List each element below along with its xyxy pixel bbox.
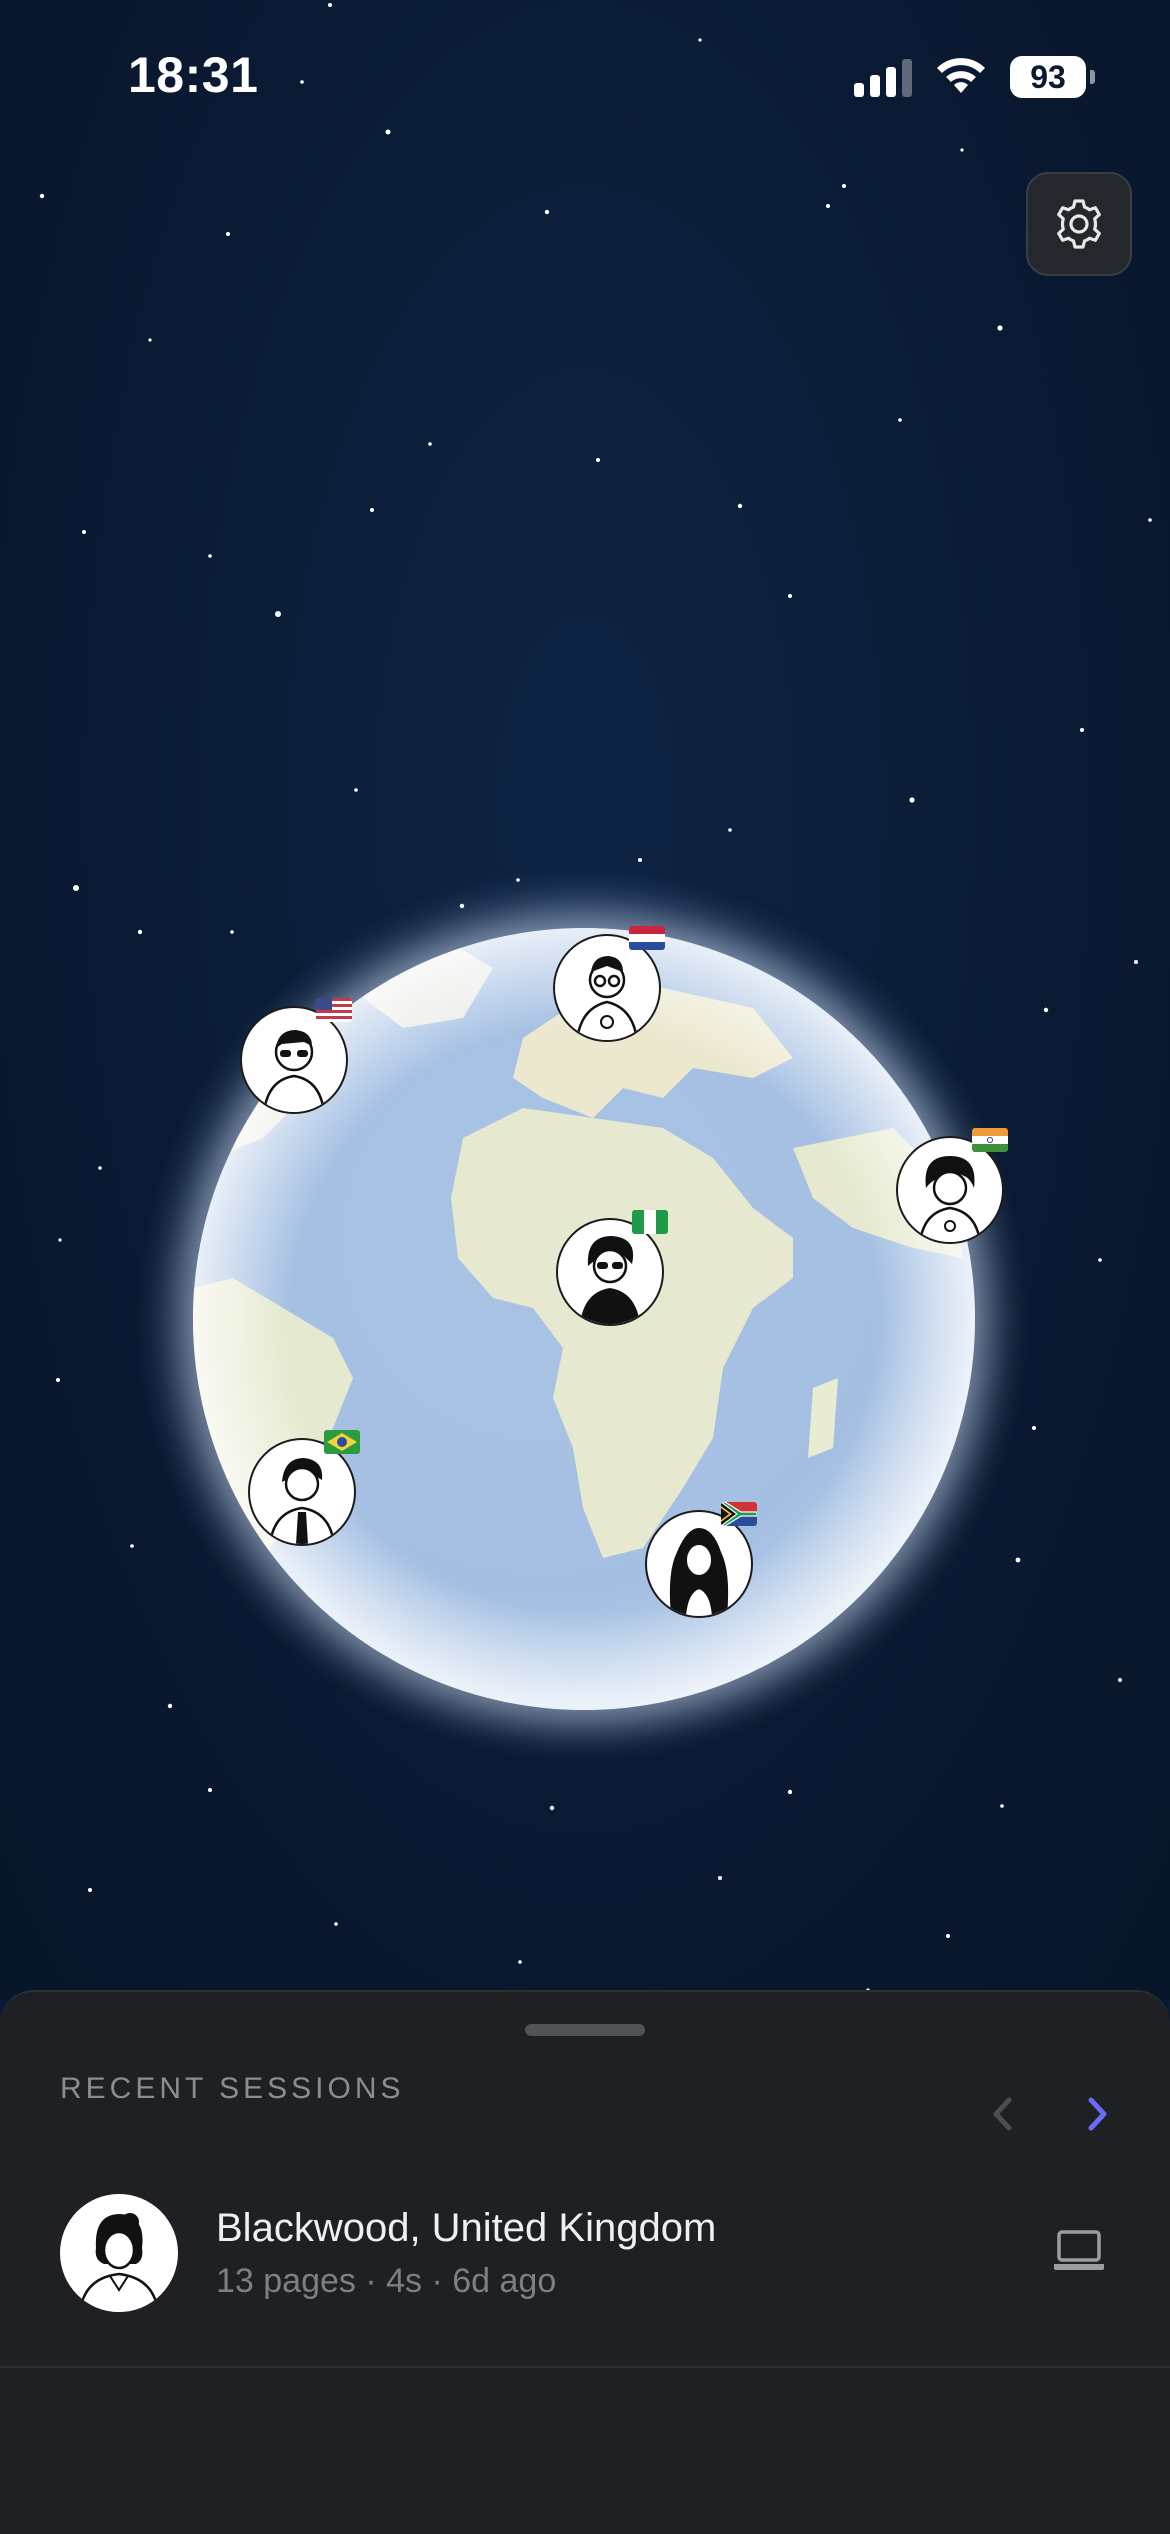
flag-us-icon: [316, 998, 352, 1022]
gear-icon: [1057, 199, 1101, 249]
user-marker-nl[interactable]: [553, 926, 665, 1042]
user-marker-ng[interactable]: [556, 1210, 668, 1326]
battery-indicator: 93: [1010, 56, 1095, 98]
avatar: [248, 1438, 356, 1546]
sheet-drag-handle[interactable]: [525, 2024, 645, 2036]
signal-icon: [854, 57, 912, 97]
session-row[interactable]: Blackwood, United Kingdom 13 pages · 4s …: [0, 2192, 1170, 2356]
avatar: [553, 934, 661, 1042]
status-time: 18:31: [128, 47, 259, 103]
flag-nl-icon: [629, 926, 665, 950]
user-marker-us[interactable]: [240, 998, 352, 1114]
avatar: [60, 2194, 178, 2312]
section-title: RECENT SESSIONS: [60, 2072, 405, 2105]
flag-in-icon: [972, 1128, 1008, 1152]
wifi-icon: [937, 58, 985, 93]
flag-ng-icon: [632, 1210, 668, 1234]
laptop-icon: [1054, 2230, 1104, 2270]
avatar: [645, 1510, 753, 1618]
chevron-right-icon: [1088, 2097, 1107, 2131]
status-indicators: 93: [854, 52, 1095, 102]
avatar: [896, 1136, 1004, 1244]
avatar: [240, 1006, 348, 1114]
recent-sessions-sheet[interactable]: RECENT SESSIONS Blackwood, United Kingdo…: [0, 1990, 1170, 2534]
session-location: Blackwood, United Kingdom: [216, 2206, 717, 2250]
settings-button[interactable]: [1026, 172, 1132, 276]
row-divider: [0, 2366, 1170, 2368]
prev-button[interactable]: [982, 2084, 1022, 2144]
next-button[interactable]: [1078, 2084, 1118, 2144]
avatar: [556, 1218, 664, 1326]
flag-za-icon: [721, 1502, 757, 1526]
flag-br-icon: [324, 1430, 360, 1454]
user-marker-za[interactable]: [645, 1502, 757, 1618]
user-marker-br[interactable]: [248, 1430, 360, 1546]
chevron-left-icon: [993, 2097, 1012, 2131]
user-marker-in[interactable]: [896, 1128, 1008, 1244]
session-meta: 13 pages · 4s · 6d ago: [216, 2262, 557, 2300]
